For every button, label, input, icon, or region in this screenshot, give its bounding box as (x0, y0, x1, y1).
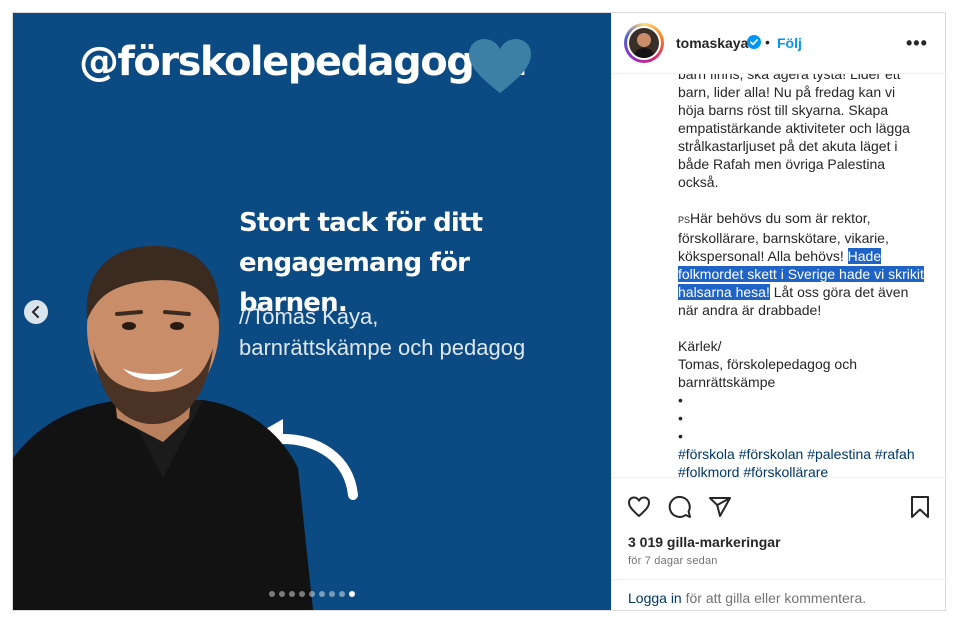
carousel-dot (349, 591, 355, 597)
follow-button[interactable]: Följ (777, 35, 802, 51)
more-options-button[interactable]: ••• (906, 33, 928, 54)
verified-icon (747, 35, 761, 49)
login-bar: Logga in för att gilla eller kommentera. (612, 579, 946, 611)
login-prompt-text: för att gilla eller kommentera. (681, 590, 867, 606)
share-icon[interactable] (708, 495, 732, 519)
caption-line: barn, lider alla! Nu på fredag kan vi (678, 84, 896, 100)
username-link[interactable]: tomaskaya (676, 35, 748, 51)
caption-line: höja barns röst till skyarna. Skapa (678, 102, 889, 118)
carousel-dot (319, 591, 325, 597)
caption-line: barn finns, ska agera tysta! Lider ett (678, 74, 901, 82)
post-header: tomaskaya • Följ ••• (612, 13, 946, 74)
avatar[interactable] (624, 23, 664, 63)
chevron-left-icon (32, 306, 39, 318)
likes-count[interactable]: 3 019 gilla-markeringar (628, 534, 781, 550)
avatar-photo (629, 28, 659, 58)
heart-icon[interactable] (627, 495, 651, 519)
person-photo (13, 246, 313, 610)
carousel-dot (269, 591, 275, 597)
carousel-dot (339, 591, 345, 597)
bookmark-icon[interactable] (908, 495, 932, 519)
caption-line: empatistärkande aktiviteter och lägga (678, 120, 910, 136)
carousel-dot (309, 591, 315, 597)
post-sidebar: tomaskaya • Följ ••• barn finns, ska age… (611, 13, 946, 610)
header-separator: • (765, 34, 770, 50)
hashtag-link[interactable]: #folkmord (678, 464, 739, 477)
heart-graphic-icon (469, 39, 531, 93)
hashtag-link[interactable]: #rafah (875, 446, 915, 462)
previous-slide-button[interactable] (24, 300, 48, 324)
login-link[interactable]: Logga in (628, 590, 682, 606)
hashtag-link[interactable]: #palestina (807, 446, 871, 462)
caption-line: både Rafah men övriga Palestina (678, 156, 886, 172)
caption-line: också. (678, 174, 719, 190)
comment-icon[interactable] (668, 495, 692, 519)
post-window: @förskolepedagogen Stort tack för ditt e… (12, 12, 946, 611)
ps-paragraph: PSHär behövs du som är rektor, förskollä… (678, 209, 930, 319)
carousel-dot (289, 591, 295, 597)
carousel-indicators (269, 591, 355, 597)
carousel-dot (329, 591, 335, 597)
caption-line: strålkastarljuset på det akuta läget i (678, 138, 898, 154)
caption-text: barn finns, ska agera tysta! Lider ett b… (678, 74, 930, 477)
post-image[interactable]: @förskolepedagogen Stort tack för ditt e… (13, 13, 611, 610)
caption-sign-role: barnrättskämpe (678, 374, 776, 390)
hashtag-link[interactable]: #förskolan (739, 446, 804, 462)
hashtag-link[interactable]: #förskola (678, 446, 735, 462)
bullet: • (678, 392, 683, 408)
bullet: • (678, 428, 683, 444)
ps-prefix: PS (678, 215, 691, 225)
image-handle-text: @förskolepedagogen (79, 39, 528, 85)
carousel-dot (279, 591, 285, 597)
post-time[interactable]: för 7 dagar sedan (628, 555, 718, 567)
caption-love: Kärlek/ (678, 338, 722, 354)
bullet: • (678, 410, 683, 426)
login-prompt: Logga in för att gilla eller kommentera. (628, 590, 866, 606)
carousel-dot (299, 591, 305, 597)
hashtag-link[interactable]: #förskollärare (743, 464, 828, 477)
caption-sign-name: Tomas, förskolepedagog och (678, 356, 857, 372)
hashtag-list: #förskola #förskolan #palestina #rafah #… (678, 445, 930, 477)
